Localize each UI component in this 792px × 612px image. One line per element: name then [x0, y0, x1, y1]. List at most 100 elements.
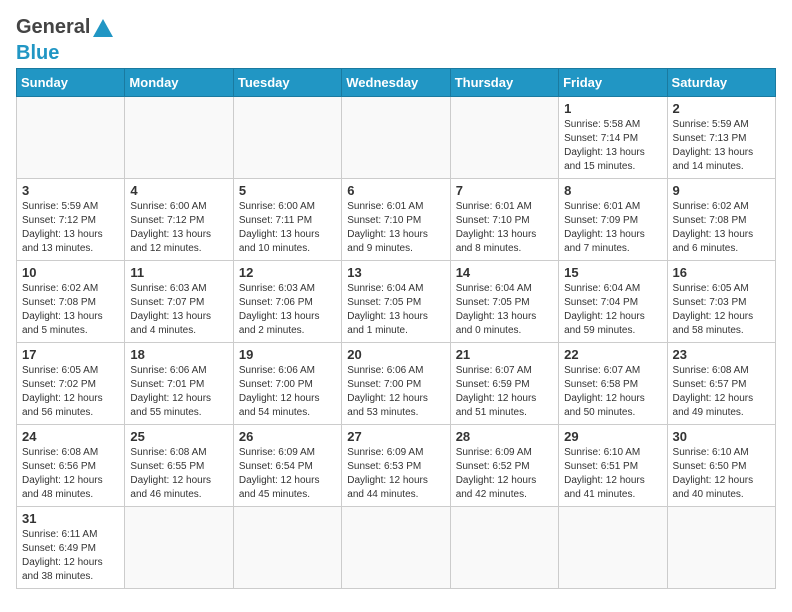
day-info: Sunrise: 5:59 AM Sunset: 7:13 PM Dayligh…: [673, 118, 770, 174]
day-header-friday: Friday: [559, 69, 667, 97]
day-number: 26: [239, 429, 336, 444]
day-info: Sunrise: 5:58 AM Sunset: 7:14 PM Dayligh…: [564, 118, 661, 174]
day-info: Sunrise: 6:09 AM Sunset: 6:53 PM Dayligh…: [347, 446, 444, 502]
calendar-cell: 10Sunrise: 6:02 AM Sunset: 7:08 PM Dayli…: [17, 261, 125, 343]
day-number: 24: [22, 429, 119, 444]
day-info: Sunrise: 6:10 AM Sunset: 6:51 PM Dayligh…: [564, 446, 661, 502]
day-number: 25: [130, 429, 227, 444]
calendar-body: 1Sunrise: 5:58 AM Sunset: 7:14 PM Daylig…: [17, 97, 776, 589]
logo-wordmark: General: [16, 16, 113, 38]
day-headers-row: SundayMondayTuesdayWednesdayThursdayFrid…: [17, 69, 776, 97]
calendar-cell: [125, 97, 233, 179]
logo-general-text: General: [16, 16, 90, 38]
calendar-cell: 14 Sunrise: 6:04 AM Sunset: 7:05 PM Dayli…: [450, 261, 558, 343]
day-info: Sunrise: 6:04 AM Sunset: 7:04 PM Dayligh…: [564, 282, 661, 338]
calendar-cell: 22Sunrise: 6:07 AM Sunset: 6:58 PM Dayli…: [559, 343, 667, 425]
day-info: Sunrise: 6:07 AM Sunset: 6:58 PM Dayligh…: [564, 364, 661, 420]
calendar-cell: 9Sunrise: 6:02 AM Sunset: 7:08 PM Daylig…: [667, 179, 775, 261]
page-header: General Blue: [16, 16, 776, 64]
logo-triangle-icon: [93, 17, 113, 37]
calendar-cell: [233, 97, 341, 179]
calendar-cell: 11 Sunrise: 6:03 AM Sunset: 7:07 PM Dayli…: [125, 261, 233, 343]
day-header-thursday: Thursday: [450, 69, 558, 97]
calendar-cell: 2 Sunrise: 5:59 AM Sunset: 7:13 PM Daylig…: [667, 97, 775, 179]
day-number: 20: [347, 347, 444, 362]
day-number: 31: [22, 511, 119, 526]
day-info: Sunrise: 6:09 AM Sunset: 6:54 PM Dayligh…: [239, 446, 336, 502]
calendar-cell: 15Sunrise: 6:04 AM Sunset: 7:04 PM Dayli…: [559, 261, 667, 343]
calendar-cell: [450, 507, 558, 589]
calendar-table: SundayMondayTuesdayWednesdayThursdayFrid…: [16, 68, 776, 589]
calendar-cell: 13 Sunrise: 6:04 AM Sunset: 7:05 PM Dayli…: [342, 261, 450, 343]
day-info: Sunrise: 6:06 AM Sunset: 7:00 PM Dayligh…: [347, 364, 444, 420]
calendar-cell: 20 Sunrise: 6:06 AM Sunset: 7:00 PM Dayli…: [342, 343, 450, 425]
calendar-cell: 17 Sunrise: 6:05 AM Sunset: 7:02 PM Dayli…: [17, 343, 125, 425]
day-number: 21: [456, 347, 553, 362]
day-number: 28: [456, 429, 553, 444]
day-info: Sunrise: 6:08 AM Sunset: 6:57 PM Dayligh…: [673, 364, 770, 420]
calendar-cell: 8 Sunrise: 6:01 AM Sunset: 7:09 PM Daylig…: [559, 179, 667, 261]
logo-blue-text: Blue: [16, 42, 59, 64]
day-number: 30: [673, 429, 770, 444]
calendar-week-3: 17 Sunrise: 6:05 AM Sunset: 7:02 PM Dayli…: [17, 343, 776, 425]
calendar-cell: [17, 97, 125, 179]
day-info: Sunrise: 6:00 AM Sunset: 7:12 PM Dayligh…: [130, 200, 227, 256]
calendar-week-1: 3 Sunrise: 5:59 AM Sunset: 7:12 PM Daylig…: [17, 179, 776, 261]
calendar-week-2: 10Sunrise: 6:02 AM Sunset: 7:08 PM Dayli…: [17, 261, 776, 343]
day-info: Sunrise: 6:06 AM Sunset: 7:00 PM Dayligh…: [239, 364, 336, 420]
day-number: 17: [22, 347, 119, 362]
day-info: Sunrise: 6:00 AM Sunset: 7:11 PM Dayligh…: [239, 200, 336, 256]
day-info: Sunrise: 6:10 AM Sunset: 6:50 PM Dayligh…: [673, 446, 770, 502]
day-number: 2: [673, 101, 770, 116]
day-info: Sunrise: 6:08 AM Sunset: 6:55 PM Dayligh…: [130, 446, 227, 502]
day-number: 14: [456, 265, 553, 280]
day-header-sunday: Sunday: [17, 69, 125, 97]
day-header-monday: Monday: [125, 69, 233, 97]
calendar-cell: 31 Sunrise: 6:11 AM Sunset: 6:49 PM Dayli…: [17, 507, 125, 589]
day-info: Sunrise: 6:01 AM Sunset: 7:10 PM Dayligh…: [347, 200, 444, 256]
day-info: Sunrise: 6:06 AM Sunset: 7:01 PM Dayligh…: [130, 364, 227, 420]
day-number: 4: [130, 183, 227, 198]
day-header-wednesday: Wednesday: [342, 69, 450, 97]
logo-blue-row: Blue: [16, 42, 59, 64]
day-number: 12: [239, 265, 336, 280]
day-info: Sunrise: 6:04 AM Sunset: 7:05 PM Dayligh…: [456, 282, 553, 338]
calendar-cell: 28 Sunrise: 6:09 AM Sunset: 6:52 PM Dayli…: [450, 425, 558, 507]
day-number: 27: [347, 429, 444, 444]
day-number: 11: [130, 265, 227, 280]
calendar-cell: [342, 507, 450, 589]
day-info: Sunrise: 6:09 AM Sunset: 6:52 PM Dayligh…: [456, 446, 553, 502]
day-number: 7: [456, 183, 553, 198]
calendar-week-0: 1Sunrise: 5:58 AM Sunset: 7:14 PM Daylig…: [17, 97, 776, 179]
day-info: Sunrise: 6:04 AM Sunset: 7:05 PM Dayligh…: [347, 282, 444, 338]
calendar-cell: 6Sunrise: 6:01 AM Sunset: 7:10 PM Daylig…: [342, 179, 450, 261]
day-number: 9: [673, 183, 770, 198]
calendar-cell: [559, 507, 667, 589]
day-number: 16: [673, 265, 770, 280]
day-number: 23: [673, 347, 770, 362]
day-info: Sunrise: 6:03 AM Sunset: 7:06 PM Dayligh…: [239, 282, 336, 338]
day-info: Sunrise: 6:07 AM Sunset: 6:59 PM Dayligh…: [456, 364, 553, 420]
logo: General Blue: [16, 16, 113, 64]
day-info: Sunrise: 6:05 AM Sunset: 7:03 PM Dayligh…: [673, 282, 770, 338]
day-number: 13: [347, 265, 444, 280]
day-info: Sunrise: 6:08 AM Sunset: 6:56 PM Dayligh…: [22, 446, 119, 502]
calendar-cell: [667, 507, 775, 589]
day-info: Sunrise: 5:59 AM Sunset: 7:12 PM Dayligh…: [22, 200, 119, 256]
calendar-cell: 26 Sunrise: 6:09 AM Sunset: 6:54 PM Dayli…: [233, 425, 341, 507]
day-info: Sunrise: 6:01 AM Sunset: 7:09 PM Dayligh…: [564, 200, 661, 256]
day-number: 3: [22, 183, 119, 198]
calendar-cell: [125, 507, 233, 589]
day-number: 8: [564, 183, 661, 198]
day-header-saturday: Saturday: [667, 69, 775, 97]
calendar-cell: 4 Sunrise: 6:00 AM Sunset: 7:12 PM Daylig…: [125, 179, 233, 261]
day-header-tuesday: Tuesday: [233, 69, 341, 97]
calendar-cell: 24 Sunrise: 6:08 AM Sunset: 6:56 PM Dayli…: [17, 425, 125, 507]
day-number: 10: [22, 265, 119, 280]
calendar-cell: 29Sunrise: 6:10 AM Sunset: 6:51 PM Dayli…: [559, 425, 667, 507]
calendar-cell: 5Sunrise: 6:00 AM Sunset: 7:11 PM Daylig…: [233, 179, 341, 261]
day-info: Sunrise: 6:11 AM Sunset: 6:49 PM Dayligh…: [22, 528, 119, 584]
calendar-cell: 12 Sunrise: 6:03 AM Sunset: 7:06 PM Dayli…: [233, 261, 341, 343]
day-info: Sunrise: 6:03 AM Sunset: 7:07 PM Dayligh…: [130, 282, 227, 338]
day-info: Sunrise: 6:05 AM Sunset: 7:02 PM Dayligh…: [22, 364, 119, 420]
